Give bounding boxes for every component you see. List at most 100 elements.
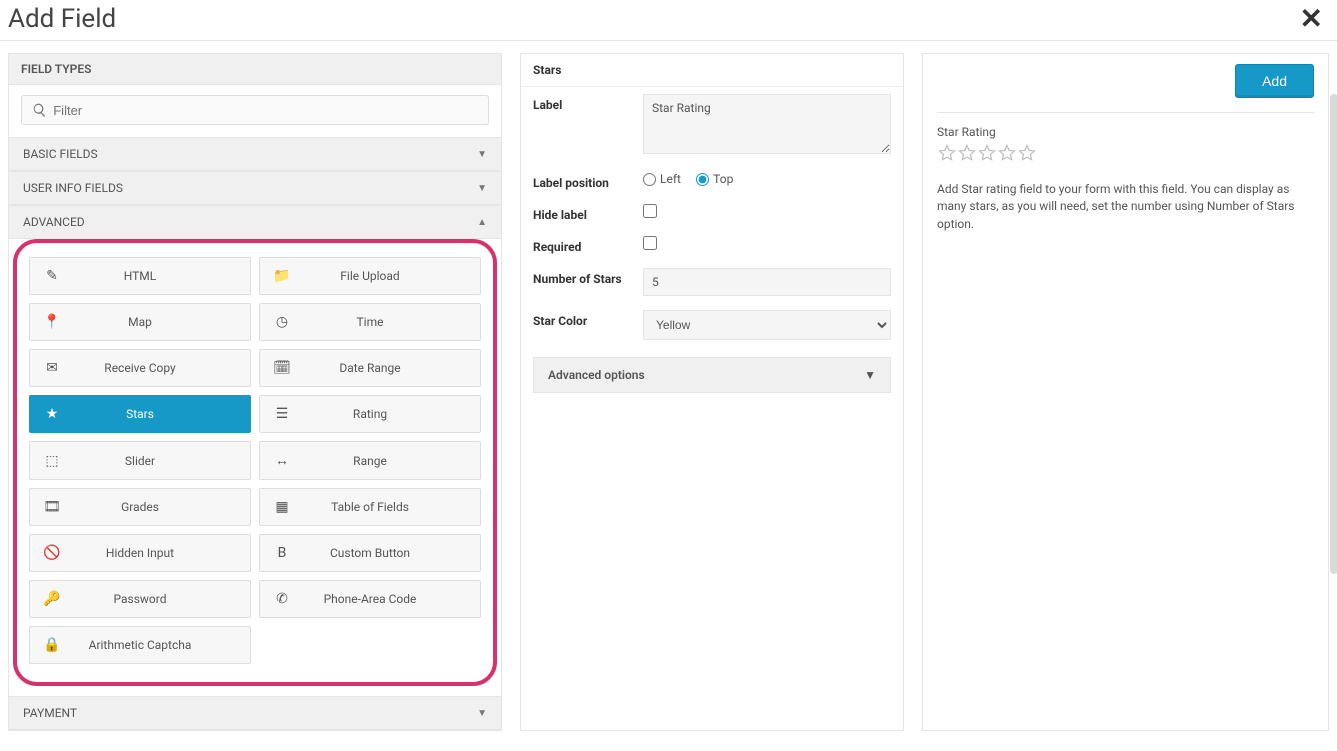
field-settings-panel: Stars Label Label position Left Top Hide…: [520, 53, 904, 731]
field-type-label: Password: [64, 592, 240, 606]
radio-top-label: Top: [713, 172, 733, 186]
label-position-label: Label position: [533, 172, 643, 190]
filter-input-wrap[interactable]: [21, 95, 489, 125]
field-type-range[interactable]: ↔Range: [259, 441, 481, 480]
field-type-label: Table of Fields: [294, 500, 470, 514]
row-number-of-stars: Number of Stars: [521, 261, 903, 303]
accordion-label: BASIC FIELDS: [23, 147, 98, 161]
star-icon[interactable]: [937, 143, 957, 163]
calendar-icon: 🗓: [270, 360, 294, 376]
row-required: Required: [521, 229, 903, 261]
radio-top[interactable]: [696, 173, 709, 186]
star-icon[interactable]: [977, 143, 997, 163]
field-type-html[interactable]: ✎HTML: [29, 257, 251, 295]
scrollbar-thumb[interactable]: [1330, 94, 1337, 574]
field-type-label: HTML: [64, 269, 240, 283]
folder-icon: 📁: [270, 268, 294, 284]
field-type-label: Slider: [64, 454, 240, 468]
filter-input[interactable]: [53, 103, 478, 118]
field-type-arithmetic-captcha[interactable]: 🔒Arithmetic Captcha: [29, 626, 251, 664]
star-icon[interactable]: [957, 143, 977, 163]
field-type-label: Date Range: [294, 361, 470, 375]
star-icon: ★: [40, 406, 64, 422]
accordion-basic-fields[interactable]: BASIC FIELDS ▼: [9, 137, 501, 171]
film-icon: 🎞: [40, 499, 64, 515]
field-type-file-upload[interactable]: 📁File Upload: [259, 257, 481, 295]
field-type-rating[interactable]: ☰Rating: [259, 395, 481, 433]
field-type-slider[interactable]: ⬚Slider: [29, 441, 251, 480]
advanced-items-grid: ✎HTML📁File Upload📍Map◷Time✉Receive Copy🗓…: [29, 257, 481, 664]
hide-label-checkbox[interactable]: [643, 204, 657, 218]
field-type-label: Phone-Area Code: [294, 592, 470, 606]
modal-title: Add Field: [8, 4, 116, 34]
field-type-hidden-input[interactable]: 🚫Hidden Input: [29, 534, 251, 572]
hide-label-label: Hide label: [533, 204, 643, 222]
accordion-label: USER INFO FIELDS: [23, 181, 123, 195]
field-type-custom-button[interactable]: BCustom Button: [259, 534, 481, 572]
filter-wrap: [9, 85, 501, 137]
required-label: Required: [533, 236, 643, 254]
bold-icon: B: [270, 545, 294, 561]
field-type-password[interactable]: 🔑Password: [29, 580, 251, 618]
field-type-label: Grades: [64, 500, 240, 514]
field-type-label: Hidden Input: [64, 546, 240, 560]
color-label: Star Color: [533, 310, 643, 328]
chevron-down-icon: ▼: [477, 149, 487, 160]
field-type-map[interactable]: 📍Map: [29, 303, 251, 341]
field-types-panel: FIELD TYPES BASIC FIELDS ▼ USER INFO FIE…: [8, 53, 502, 731]
chevron-down-icon: ▼: [477, 183, 487, 194]
star-icon[interactable]: [997, 143, 1017, 163]
field-type-table-of-fields[interactable]: ▦Table of Fields: [259, 488, 481, 526]
modal-header: Add Field ✕: [0, 0, 1337, 41]
clock-icon: ◷: [270, 314, 294, 330]
field-type-label: Stars: [64, 407, 240, 421]
key-icon: 🔑: [40, 591, 64, 607]
label-input[interactable]: [643, 94, 891, 154]
stars-preview[interactable]: [937, 143, 1314, 167]
slider-icon: ⬚: [40, 453, 64, 469]
field-type-receive-copy[interactable]: ✉Receive Copy: [29, 349, 251, 387]
panel-title: FIELD TYPES: [9, 54, 501, 85]
row-hide-label: Hide label: [521, 197, 903, 229]
accordion-payment[interactable]: PAYMENT ▼: [9, 696, 501, 730]
accordion-label: PAYMENT: [23, 706, 77, 720]
required-checkbox[interactable]: [643, 236, 657, 250]
divider: [937, 112, 1314, 113]
eyehide-icon: 🚫: [40, 545, 64, 561]
row-label-position: Label position Left Top: [521, 165, 903, 197]
pencil-icon: ✎: [40, 268, 64, 284]
field-type-stars[interactable]: ★Stars: [29, 395, 251, 433]
radio-left-label: Left: [660, 172, 681, 186]
advanced-items-highlight: ✎HTML📁File Upload📍Map◷Time✉Receive Copy🗓…: [13, 239, 497, 686]
field-type-phone-area-code[interactable]: ✆Phone-Area Code: [259, 580, 481, 618]
accordion-advanced[interactable]: ADVANCED ▲: [9, 205, 501, 239]
bars-icon: ☰: [270, 406, 294, 422]
radio-left-wrap[interactable]: Left: [643, 172, 681, 186]
field-type-label: Range: [294, 454, 470, 468]
numstars-input[interactable]: [643, 268, 891, 296]
settings-title: Stars: [521, 54, 903, 87]
phone-icon: ✆: [270, 591, 294, 607]
field-type-label: Time: [294, 315, 470, 329]
field-type-label: Receive Copy: [64, 361, 240, 375]
field-type-label: Map: [64, 315, 240, 329]
advanced-options-toggle[interactable]: Advanced options ▼: [533, 357, 891, 393]
row-label: Label: [521, 87, 903, 165]
lock-icon: 🔒: [40, 637, 64, 653]
range-icon: ↔: [270, 452, 294, 469]
add-button[interactable]: Add: [1235, 64, 1314, 98]
preview-label: Star Rating: [937, 125, 1314, 139]
radio-left[interactable]: [643, 173, 656, 186]
radio-top-wrap[interactable]: Top: [696, 172, 733, 186]
star-color-select[interactable]: Yellow: [643, 310, 891, 340]
close-icon[interactable]: ✕: [1300, 5, 1329, 33]
field-type-date-range[interactable]: 🗓Date Range: [259, 349, 481, 387]
mail-icon: ✉: [40, 360, 64, 376]
field-type-time[interactable]: ◷Time: [259, 303, 481, 341]
field-type-label: Rating: [294, 407, 470, 421]
star-icon[interactable]: [1017, 143, 1037, 163]
accordion-user-info-fields[interactable]: USER INFO FIELDS ▼: [9, 171, 501, 205]
row-star-color: Star Color Yellow: [521, 303, 903, 347]
search-icon: [32, 102, 47, 118]
field-type-grades[interactable]: 🎞Grades: [29, 488, 251, 526]
